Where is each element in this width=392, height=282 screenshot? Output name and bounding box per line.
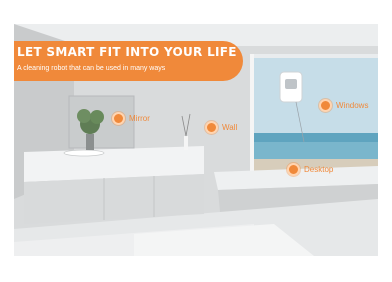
banner-subtitle: A cleaning robot that can be used in man… xyxy=(17,65,166,72)
hotspot-dot-icon xyxy=(205,121,218,134)
hotspot-wall[interactable]: Wall xyxy=(205,121,237,134)
product-showcase-frame: LET SMART FIT INTO YOUR LIFE A cleaning … xyxy=(0,0,392,282)
hotspot-label-windows: Windows xyxy=(336,101,369,110)
hotspot-dot-icon xyxy=(319,99,332,112)
hotspot-label-mirror: Mirror xyxy=(129,114,150,123)
hotspot-windows[interactable]: Windows xyxy=(319,99,368,112)
headline-banner: LET SMART FIT INTO YOUR LIFE A cleaning … xyxy=(14,41,243,81)
hotspot-dot-icon xyxy=(287,163,300,176)
hotspot-mirror[interactable]: Mirror xyxy=(112,112,150,125)
hotspot-label-desktop: Desktop xyxy=(304,165,334,174)
bathroom-scene-image: LET SMART FIT INTO YOUR LIFE A cleaning … xyxy=(14,24,378,256)
banner-title: LET SMART FIT INTO YOUR LIFE xyxy=(17,45,237,59)
hotspot-desktop[interactable]: Desktop xyxy=(287,163,333,176)
hotspot-label-wall: Wall xyxy=(222,123,238,132)
hotspot-dot-icon xyxy=(112,112,125,125)
